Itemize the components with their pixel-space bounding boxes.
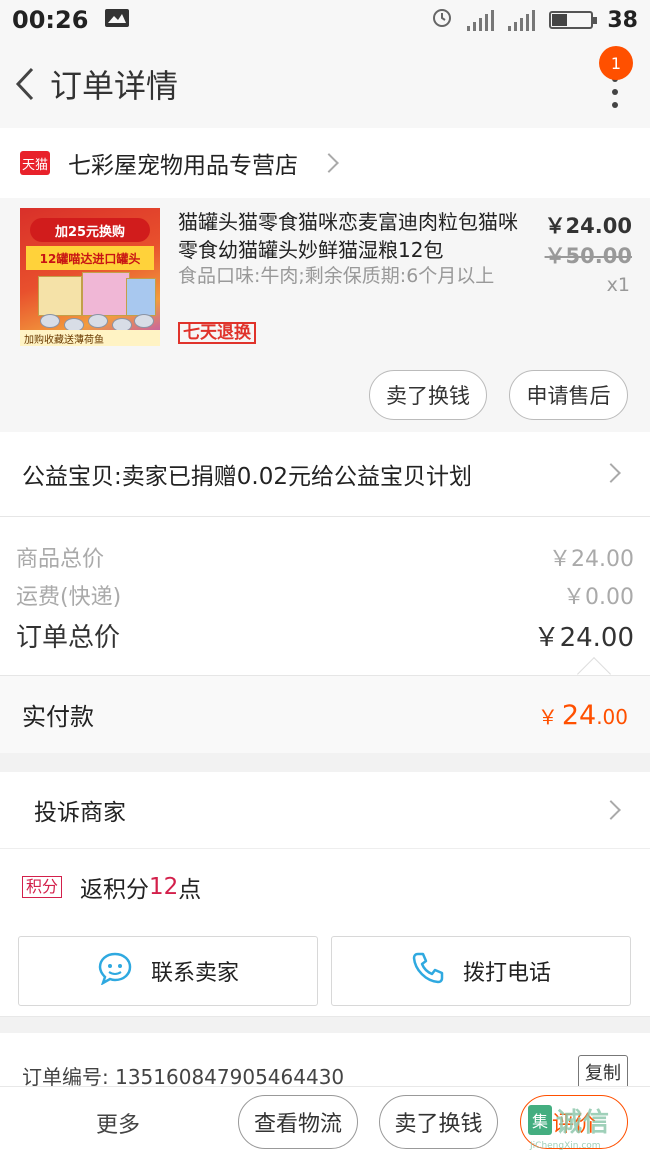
tmall-icon: 天猫 — [20, 151, 50, 175]
points-suffix: 点 — [178, 876, 202, 903]
chevron-right-icon — [601, 800, 621, 820]
goods-total-row: 商品总价 ￥24.00 — [16, 541, 634, 573]
signal-icon — [467, 9, 495, 31]
chat-bubble-icon — [97, 951, 133, 991]
signal-icon-2 — [508, 9, 536, 31]
order-total-value: ￥24.00 — [533, 623, 634, 653]
points-tag: 积分 — [22, 875, 63, 898]
order-total-label: 订单总价 — [16, 623, 121, 653]
price-summary: 商品总价 ￥24.00 运费(快递) ￥0.00 订单总价 ￥24.00 — [0, 517, 650, 691]
shipping-label: 运费(快递) — [16, 585, 122, 610]
copy-button[interactable]: 复制 — [578, 1055, 628, 1089]
notification-badge: 1 — [599, 46, 633, 80]
watermark: 集 诚信 JiChengXin.com — [528, 1091, 640, 1151]
order-total-row: 订单总价 ￥24.00 — [16, 617, 634, 654]
view-logistics-button[interactable]: 查看物流 — [238, 1095, 358, 1149]
shipping-value: ￥0.00 — [563, 585, 634, 610]
shipping-row: 运费(快递) ￥0.00 — [16, 579, 634, 611]
nav-bar: 订单详情 1 — [0, 40, 650, 128]
actual-payment-label: 实付款 — [22, 703, 94, 731]
contact-area: 联系卖家 拨打电话 — [0, 924, 650, 1017]
sell-for-cash-button[interactable]: 卖了换钱 — [369, 370, 487, 420]
points-value: 12 — [149, 873, 179, 900]
product-can — [40, 314, 60, 328]
chevron-right-icon — [601, 463, 621, 483]
product-image-caption: 加购收藏送薄荷鱼 — [20, 330, 160, 346]
product-can — [88, 314, 108, 328]
seven-day-return-tag: 七天退换 — [178, 322, 256, 344]
phone-icon — [411, 951, 445, 991]
complain-seller-row[interactable]: 投诉商家 — [0, 772, 650, 849]
charity-text: 公益宝贝:卖家已捐赠0.02元给公益宝贝计划 — [22, 464, 472, 490]
back-arrow-icon[interactable] — [0, 54, 50, 114]
complain-seller-label: 投诉商家 — [34, 800, 126, 826]
more-menu-icon[interactable] — [610, 76, 620, 108]
status-bar: 00:26 38 — [0, 0, 650, 40]
product-quantity: x1 — [606, 274, 630, 296]
page-title: 订单详情 — [50, 67, 179, 105]
watermark-logo: 集 — [528, 1105, 552, 1135]
notification-icon — [104, 6, 130, 34]
product-image-caption: 12罐喵达进口罐头 — [26, 246, 154, 270]
actual-payment-row: 实付款 ￥ 24 .00 — [0, 675, 650, 753]
product-title[interactable]: 猫罐头猫零食猫咪恋麦富迪肉粒包猫咪零食幼猫罐头妙鲜猫湿粮12包 — [178, 208, 518, 264]
product-box — [82, 272, 130, 316]
sell-for-cash-button-bottom[interactable]: 卖了换钱 — [379, 1095, 498, 1149]
call-phone-button[interactable]: 拨打电话 — [331, 936, 631, 1006]
currency-symbol: ￥ — [537, 705, 558, 729]
shop-name: 七彩屋宠物用品专营店 — [68, 153, 298, 179]
goods-total-label: 商品总价 — [16, 547, 105, 572]
points-row: 积分 返积分 12 点 — [0, 849, 650, 924]
charity-row[interactable]: 公益宝贝:卖家已捐赠0.02元给公益宝贝计划 — [0, 432, 650, 517]
amount-integer: 24 — [561, 700, 597, 731]
product-image[interactable]: 加25元换购 12罐喵达进口罐头 加购收藏送薄荷鱼 — [20, 208, 160, 346]
after-sale-button[interactable]: 申请售后 — [509, 370, 628, 420]
product-box — [38, 276, 82, 316]
battery-icon — [549, 11, 598, 29]
actual-payment-amount: ￥ 24 .00 — [538, 700, 628, 731]
goods-total-value: ￥24.00 — [549, 547, 634, 572]
contact-seller-label: 联系卖家 — [150, 961, 239, 986]
product-box — [126, 278, 156, 316]
order-number-row: 订单编号: 135160847905464430 复制 — [0, 1033, 650, 1093]
watermark-text: 诚信 — [556, 1107, 611, 1138]
bottom-action-bar: 更多 查看物流 卖了换钱 评价 集 诚信 JiChengXin.com — [0, 1086, 650, 1155]
call-phone-label: 拨打电话 — [462, 961, 551, 986]
order-item: 加25元换购 12罐喵达进口罐头 加购收藏送薄荷鱼 猫罐头猫零食猫咪恋麦富迪肉粒… — [0, 198, 650, 432]
shop-row[interactable]: 天猫 七彩屋宠物用品专营店 — [0, 128, 650, 198]
product-image-caption: 加25元换购 — [30, 218, 150, 242]
points-prefix: 返积分 — [80, 876, 150, 903]
product-price: ￥24.00 — [544, 214, 632, 238]
product-can — [134, 314, 154, 328]
product-original-price: ￥50.00 — [544, 244, 632, 268]
amount-decimal: .00 — [596, 705, 628, 729]
battery-level: 38 — [607, 7, 638, 33]
chevron-right-icon — [319, 153, 339, 173]
status-time: 00:26 — [12, 6, 89, 34]
product-sku: 食品口味:牛肉;剩余保质期:6个月以上 — [178, 265, 495, 287]
more-actions-link[interactable]: 更多 — [96, 1107, 140, 1139]
contact-seller-button[interactable]: 联系卖家 — [18, 936, 318, 1006]
alarm-icon — [431, 6, 453, 34]
watermark-subtext: JiChengXin.com — [530, 1141, 601, 1151]
